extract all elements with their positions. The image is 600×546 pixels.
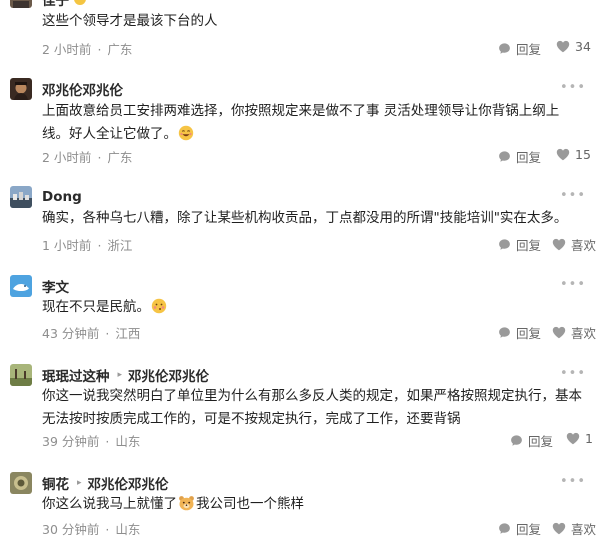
comment-text: 你这一说我突然明白了单位里为什么有那么多反人类的规定，如果严格按照规定执行，基本… bbox=[42, 388, 582, 427]
comment-time: 30 分钟前 bbox=[42, 522, 100, 537]
comment-time: 2 小时前 bbox=[42, 150, 92, 165]
reply-arrow-icon: ▸ bbox=[77, 478, 82, 488]
reply-label: 回复 bbox=[516, 522, 542, 537]
like-button[interactable]: 喜欢 bbox=[552, 323, 596, 342]
like-count: 15 bbox=[575, 147, 591, 162]
comment-text: 现在不只是民航。 bbox=[42, 296, 582, 322]
reply-arrow-icon: ▸ bbox=[117, 370, 123, 380]
like-label: 喜欢 bbox=[571, 238, 597, 253]
comment-time: 1 小时前 bbox=[42, 238, 92, 253]
reply-to-username[interactable]: 邓兆伦邓兆伦 bbox=[88, 473, 169, 493]
comment-meta: 39 分钟前 · 山东 bbox=[42, 434, 141, 449]
like-label: 喜欢 bbox=[571, 326, 597, 341]
comment-text: 上面故意给员工安排两难选择，你按照规定来是做不了事 灵活处理领导让你背锅上纲上线… bbox=[42, 100, 582, 149]
comment-username[interactable]: 铜花 bbox=[42, 473, 69, 493]
comment-location: 山东 bbox=[115, 434, 141, 449]
more-dots-icon[interactable]: ••• bbox=[560, 188, 586, 203]
avatar[interactable] bbox=[10, 186, 32, 208]
reply-button[interactable]: 回复 bbox=[498, 235, 541, 254]
comment-meta: 1 小时前 · 浙江 bbox=[42, 238, 133, 253]
reply-to-username[interactable]: 邓兆伦邓兆伦 bbox=[128, 365, 209, 385]
comment-location: 广东 bbox=[107, 42, 133, 57]
like-button[interactable]: 喜欢 bbox=[552, 519, 596, 538]
comment-time: 2 小时前 bbox=[42, 42, 92, 57]
heart-icon bbox=[552, 326, 566, 339]
comment-location: 江西 bbox=[115, 326, 141, 341]
reply-label: 回复 bbox=[528, 434, 554, 449]
comment-username[interactable]: 珉珉过这种 bbox=[42, 365, 110, 385]
avatar[interactable] bbox=[10, 78, 32, 100]
reply-button[interactable]: 回复 bbox=[498, 323, 541, 342]
more-dots-icon[interactable]: ••• bbox=[560, 277, 586, 292]
comment-meta: 2 小时前 · 广东 bbox=[42, 42, 133, 57]
reply-label: 回复 bbox=[516, 326, 542, 341]
like-button[interactable]: 1 bbox=[566, 431, 593, 446]
more-dots-icon[interactable]: ••• bbox=[560, 474, 586, 489]
heart-icon bbox=[552, 238, 566, 251]
heart-icon bbox=[556, 40, 570, 53]
like-button[interactable]: 喜欢 bbox=[552, 235, 596, 254]
comment-location: 山东 bbox=[115, 522, 141, 537]
comment-meta: 2 小时前 · 广东 bbox=[42, 150, 133, 165]
more-dots-icon[interactable]: ••• bbox=[560, 80, 586, 95]
comment-username[interactable]: Dong bbox=[42, 189, 82, 205]
heart-icon bbox=[566, 432, 580, 445]
reply-bubble-icon bbox=[499, 151, 510, 162]
reply-button[interactable]: 回复 bbox=[498, 147, 541, 166]
comment-meta: 30 分钟前 · 山东 bbox=[42, 522, 141, 537]
like-count: 1 bbox=[585, 431, 593, 446]
reply-bubble-icon bbox=[499, 327, 510, 338]
reply-label: 回复 bbox=[516, 238, 542, 253]
like-button[interactable]: 34 bbox=[556, 39, 591, 54]
avatar[interactable] bbox=[10, 472, 32, 494]
like-button[interactable]: 15 bbox=[556, 147, 591, 162]
comment-username[interactable]: 佳子 bbox=[42, 0, 69, 9]
laughing-emoji-icon bbox=[178, 125, 194, 149]
like-label: 喜欢 bbox=[571, 522, 597, 537]
avatar[interactable] bbox=[10, 364, 32, 386]
comment-location: 浙江 bbox=[107, 238, 133, 253]
reply-bubble-icon bbox=[499, 239, 510, 250]
reply-bubble-icon bbox=[499, 43, 510, 54]
comment-text: 你这么说我马上就懂了 我公司也一个熊样 bbox=[42, 493, 582, 519]
comment-username[interactable]: 邓兆伦邓兆伦 bbox=[42, 79, 123, 99]
comment-text: 这些个领导才是最该下台的人 bbox=[42, 13, 218, 29]
reply-label: 回复 bbox=[516, 42, 542, 57]
comment-meta: 43 分钟前 · 江西 bbox=[42, 326, 141, 341]
comment-location: 广东 bbox=[107, 150, 133, 165]
reply-button[interactable]: 回复 bbox=[498, 39, 541, 58]
reply-button[interactable]: 回复 bbox=[510, 431, 553, 450]
avatar[interactable] bbox=[10, 0, 32, 8]
heart-icon bbox=[552, 522, 566, 535]
like-count: 34 bbox=[575, 39, 591, 54]
more-dots-icon[interactable]: ••• bbox=[560, 366, 586, 381]
reply-button[interactable]: 回复 bbox=[498, 519, 541, 538]
reply-bubble-icon bbox=[499, 523, 510, 534]
blushing-emoji-icon bbox=[151, 298, 167, 322]
comment-time: 39 分钟前 bbox=[42, 434, 100, 449]
comment-text: 确实，各种乌七八糟，除了让某些机构收贡品，丁点都没用的所谓"技能培训"实在太多。 bbox=[42, 210, 568, 226]
avatar[interactable] bbox=[10, 275, 32, 297]
comment-username[interactable]: 李文 bbox=[42, 276, 69, 296]
bear-emoji-icon bbox=[178, 495, 195, 519]
comment-time: 43 分钟前 bbox=[42, 326, 100, 341]
reply-bubble-icon bbox=[511, 435, 522, 446]
reply-label: 回复 bbox=[516, 150, 542, 165]
heart-icon bbox=[556, 148, 570, 161]
emoji-icon bbox=[74, 0, 86, 5]
